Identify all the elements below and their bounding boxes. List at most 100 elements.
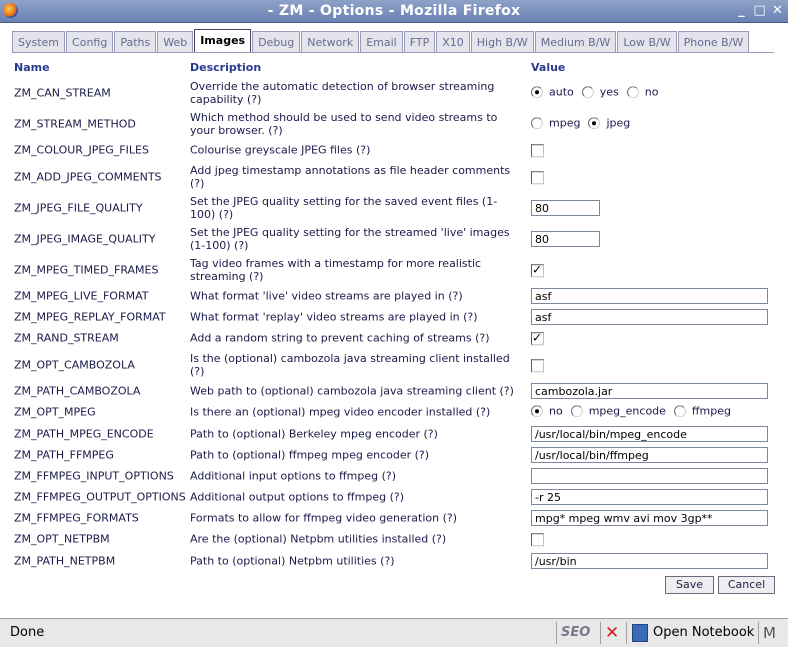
option-text-field[interactable]: 80 [531,200,600,216]
option-name: ZM_OPT_CAMBOZOLA [14,358,135,372]
option-description: Override the automatic detection of brow… [190,80,495,106]
option-description: Path to (optional) Berkeley mpeg encoder… [190,427,438,441]
notebook-icon[interactable] [632,624,648,642]
value-column-header: Value [531,61,566,74]
option-name: ZM_CAN_STREAM [14,86,111,100]
radio-button[interactable] [570,404,583,417]
mail-icon[interactable]: M [763,624,776,642]
tab-email[interactable]: Email [360,31,403,52]
option-value: asf [531,309,768,325]
option-text-field[interactable]: asf [531,309,768,325]
option-name: ZM_FFMPEG_INPUT_OPTIONS [14,469,174,483]
option-value [531,330,544,345]
minimize-button[interactable]: _ [734,3,749,18]
option-description: Tag video frames with a timestamp for mo… [190,257,482,283]
option-description: Additional output options to ffmpeg (?) [190,490,404,504]
option-name: ZM_MPEG_TIMED_FRAMES [14,263,159,277]
option-checkbox[interactable] [531,532,544,546]
tab-debug[interactable]: Debug [252,31,301,52]
radio-button[interactable] [531,404,543,417]
tab-low-b-w[interactable]: Low B/W [617,31,677,52]
option-description: Add jpeg timestamp annotations as file h… [190,164,511,190]
radio-option[interactable]: mpeg [531,116,580,129]
tab-paths[interactable]: Paths [114,31,157,52]
option-text-field[interactable]: /usr/bin [531,553,768,569]
option-description: Is there an (optional) mpeg video encode… [190,405,491,419]
tab-phone-b-w[interactable]: Phone B/W [677,31,750,52]
option-checkbox[interactable] [531,330,544,345]
option-text-field[interactable]: 80 [531,231,600,247]
option-description: Formats to allow for ffmpeg video genera… [190,511,458,525]
radio-button[interactable] [531,85,543,98]
option-text-field[interactable]: asf [531,288,768,304]
option-text-field[interactable]: mpg* mpeg wmv avi mov 3gp** [531,510,768,526]
tab-medium-b-w[interactable]: Medium B/W [534,31,617,52]
option-value: /usr/local/bin/mpeg_encode [531,426,768,442]
window-title: - ZM - Options - Mozilla Firefox [267,3,521,19]
radio-option[interactable]: mpeg_encode [570,404,666,417]
status-separator [758,622,759,644]
option-row: ZM_RAND_STREAM Add a random string to pre… [0,325,788,351]
tab-web[interactable]: Web [157,31,194,52]
option-checkbox[interactable] [531,358,544,372]
option-name: ZM_MPEG_REPLAY_FORMAT [14,310,166,324]
option-name: ZM_FFMPEG_OUTPUT_OPTIONS [14,490,186,504]
option-description: Web path to (optional) cambozola java st… [190,384,514,398]
option-name: ZM_ADD_JPEG_COMMENTS [14,170,162,184]
option-row: ZM_JPEG_FILE_QUALITY Set the JPEG quality… [0,195,788,221]
option-name: ZM_RAND_STREAM [14,331,119,345]
tab-high-b-w[interactable]: High B/W [470,31,534,52]
radio-option[interactable]: no [531,404,563,417]
option-value: mpeg jpeg [531,116,638,132]
tab-system[interactable]: System [12,31,66,52]
maximize-button[interactable]: □ [752,3,767,18]
radio-button[interactable] [673,404,686,417]
option-value: -r 25 [531,489,768,505]
option-name: ZM_PATH_MPEG_ENCODE [14,427,154,441]
radio-button[interactable] [531,116,543,129]
close-button[interactable]: ✕ [770,3,785,18]
option-description: Additional input options to ffmpeg (?) [190,469,397,483]
tab-config[interactable]: Config [66,31,114,52]
option-checkbox[interactable] [531,143,544,157]
option-value [531,170,544,184]
option-row: ZM_ADD_JPEG_COMMENTS Add jpeg timestamp a… [0,164,788,190]
option-checkbox[interactable] [531,170,544,184]
cancel-button[interactable]: Cancel [718,576,775,594]
radio-option[interactable]: jpeg [588,116,630,129]
option-value: auto yes no [531,85,666,101]
close-x-icon[interactable]: ✕ [605,623,619,643]
option-text-field[interactable]: cambozola.jar [531,383,768,399]
option-value [531,262,544,277]
radio-option[interactable]: yes [581,85,619,98]
option-value: no mpeg_encode ffmpeg [531,404,739,420]
option-checkbox[interactable] [531,262,544,277]
radio-button[interactable] [588,116,601,129]
option-description: Is the (optional) cambozola java streami… [190,352,510,378]
radio-option[interactable]: no [626,85,659,99]
tab-network[interactable]: Network [301,31,360,52]
tab-ftp[interactable]: FTP [403,31,436,52]
option-text-field[interactable] [531,468,768,484]
radio-label: no [644,85,659,99]
open-notebook-link[interactable]: Open Notebook [653,625,754,640]
radio-button[interactable] [626,85,639,98]
seo-icon[interactable]: SEO [561,625,590,640]
option-row: ZM_MPEG_TIMED_FRAMES Tag video frames wit… [0,257,788,283]
status-separator [626,622,627,644]
option-description: Are the (optional) Netpbm utilities inst… [190,532,447,546]
tab-x10[interactable]: X10 [436,31,470,52]
tab-images[interactable]: Images [194,29,252,52]
option-description: Which method should be used to send vide… [190,111,498,137]
save-button[interactable]: Save [665,576,714,594]
option-text-field[interactable]: /usr/local/bin/ffmpeg [531,447,768,463]
radio-option[interactable]: auto [531,85,574,98]
option-description: Path to (optional) ffmpeg mpeg encoder (… [190,448,430,462]
radio-option[interactable]: ffmpeg [673,404,731,417]
option-text-field[interactable]: -r 25 [531,489,768,505]
option-name: ZM_PATH_NETPBM [14,554,116,568]
radio-button[interactable] [581,85,594,98]
option-name: ZM_OPT_MPEG [14,405,96,419]
option-text-field[interactable]: /usr/local/bin/mpeg_encode [531,426,768,442]
option-row: ZM_OPT_CAMBOZOLA Is the (optional) camboz… [0,352,788,378]
